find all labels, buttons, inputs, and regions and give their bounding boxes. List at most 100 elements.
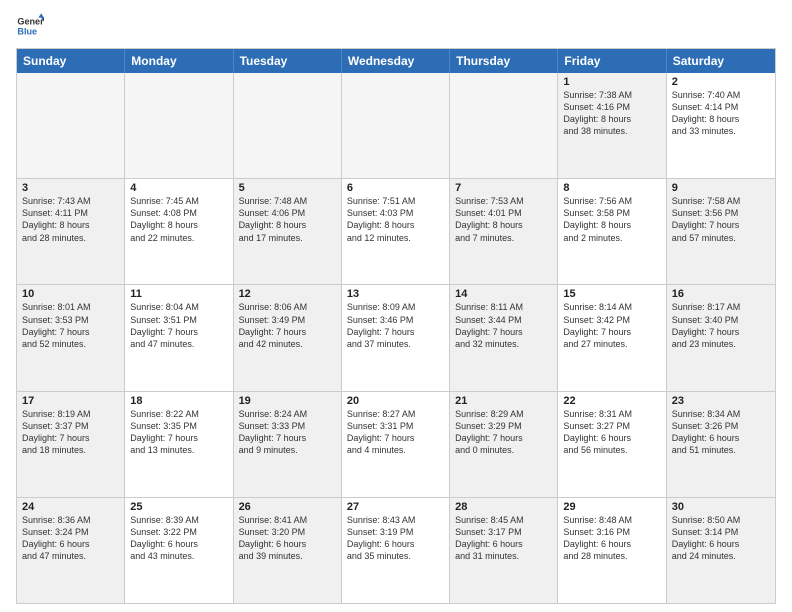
- day-number: 20: [347, 395, 444, 407]
- day-number: 7: [455, 182, 552, 194]
- calendar-header-wednesday: Wednesday: [342, 49, 450, 73]
- calendar-cell-4-0: 24Sunrise: 8:36 AM Sunset: 3:24 PM Dayli…: [17, 498, 125, 603]
- calendar-cell-2-5: 15Sunrise: 8:14 AM Sunset: 3:42 PM Dayli…: [558, 285, 666, 390]
- calendar-row-3: 17Sunrise: 8:19 AM Sunset: 3:37 PM Dayli…: [17, 391, 775, 497]
- calendar-cell-1-5: 8Sunrise: 7:56 AM Sunset: 3:58 PM Daylig…: [558, 179, 666, 284]
- day-number: 11: [130, 288, 227, 300]
- calendar-row-2: 10Sunrise: 8:01 AM Sunset: 3:53 PM Dayli…: [17, 284, 775, 390]
- calendar-cell-0-2: [234, 73, 342, 178]
- calendar-cell-4-6: 30Sunrise: 8:50 AM Sunset: 3:14 PM Dayli…: [667, 498, 775, 603]
- day-info: Sunrise: 8:09 AM Sunset: 3:46 PM Dayligh…: [347, 301, 444, 350]
- day-number: 3: [22, 182, 119, 194]
- day-info: Sunrise: 8:41 AM Sunset: 3:20 PM Dayligh…: [239, 514, 336, 563]
- calendar-header-friday: Friday: [558, 49, 666, 73]
- svg-text:Blue: Blue: [17, 26, 37, 36]
- day-info: Sunrise: 8:19 AM Sunset: 3:37 PM Dayligh…: [22, 408, 119, 457]
- calendar-cell-0-6: 2Sunrise: 7:40 AM Sunset: 4:14 PM Daylig…: [667, 73, 775, 178]
- day-info: Sunrise: 8:06 AM Sunset: 3:49 PM Dayligh…: [239, 301, 336, 350]
- day-number: 12: [239, 288, 336, 300]
- calendar-cell-3-3: 20Sunrise: 8:27 AM Sunset: 3:31 PM Dayli…: [342, 392, 450, 497]
- calendar-cell-2-6: 16Sunrise: 8:17 AM Sunset: 3:40 PM Dayli…: [667, 285, 775, 390]
- day-info: Sunrise: 8:01 AM Sunset: 3:53 PM Dayligh…: [22, 301, 119, 350]
- day-number: 19: [239, 395, 336, 407]
- day-number: 24: [22, 501, 119, 513]
- svg-text:General: General: [17, 17, 44, 27]
- day-info: Sunrise: 8:24 AM Sunset: 3:33 PM Dayligh…: [239, 408, 336, 457]
- day-number: 18: [130, 395, 227, 407]
- day-info: Sunrise: 8:43 AM Sunset: 3:19 PM Dayligh…: [347, 514, 444, 563]
- day-number: 14: [455, 288, 552, 300]
- day-info: Sunrise: 8:39 AM Sunset: 3:22 PM Dayligh…: [130, 514, 227, 563]
- calendar-cell-4-2: 26Sunrise: 8:41 AM Sunset: 3:20 PM Dayli…: [234, 498, 342, 603]
- day-number: 8: [563, 182, 660, 194]
- calendar-cell-3-6: 23Sunrise: 8:34 AM Sunset: 3:26 PM Dayli…: [667, 392, 775, 497]
- calendar-cell-3-4: 21Sunrise: 8:29 AM Sunset: 3:29 PM Dayli…: [450, 392, 558, 497]
- calendar-cell-0-5: 1Sunrise: 7:38 AM Sunset: 4:16 PM Daylig…: [558, 73, 666, 178]
- logo-icon: General Blue: [16, 12, 44, 40]
- calendar-cell-2-4: 14Sunrise: 8:11 AM Sunset: 3:44 PM Dayli…: [450, 285, 558, 390]
- calendar-cell-1-2: 5Sunrise: 7:48 AM Sunset: 4:06 PM Daylig…: [234, 179, 342, 284]
- calendar-header-saturday: Saturday: [667, 49, 775, 73]
- calendar-cell-3-2: 19Sunrise: 8:24 AM Sunset: 3:33 PM Dayli…: [234, 392, 342, 497]
- day-number: 26: [239, 501, 336, 513]
- day-info: Sunrise: 8:11 AM Sunset: 3:44 PM Dayligh…: [455, 301, 552, 350]
- day-number: 25: [130, 501, 227, 513]
- logo: General Blue: [16, 12, 48, 40]
- day-number: 9: [672, 182, 770, 194]
- day-info: Sunrise: 7:38 AM Sunset: 4:16 PM Dayligh…: [563, 89, 660, 138]
- day-number: 1: [563, 76, 660, 88]
- calendar-cell-3-5: 22Sunrise: 8:31 AM Sunset: 3:27 PM Dayli…: [558, 392, 666, 497]
- calendar-cell-1-6: 9Sunrise: 7:58 AM Sunset: 3:56 PM Daylig…: [667, 179, 775, 284]
- calendar-cell-3-1: 18Sunrise: 8:22 AM Sunset: 3:35 PM Dayli…: [125, 392, 233, 497]
- day-info: Sunrise: 7:51 AM Sunset: 4:03 PM Dayligh…: [347, 195, 444, 244]
- day-number: 23: [672, 395, 770, 407]
- calendar-header-monday: Monday: [125, 49, 233, 73]
- calendar-cell-4-3: 27Sunrise: 8:43 AM Sunset: 3:19 PM Dayli…: [342, 498, 450, 603]
- calendar-cell-0-1: [125, 73, 233, 178]
- day-number: 28: [455, 501, 552, 513]
- day-info: Sunrise: 8:50 AM Sunset: 3:14 PM Dayligh…: [672, 514, 770, 563]
- calendar-cell-3-0: 17Sunrise: 8:19 AM Sunset: 3:37 PM Dayli…: [17, 392, 125, 497]
- day-number: 2: [672, 76, 770, 88]
- day-number: 17: [22, 395, 119, 407]
- calendar-cell-1-0: 3Sunrise: 7:43 AM Sunset: 4:11 PM Daylig…: [17, 179, 125, 284]
- day-info: Sunrise: 8:22 AM Sunset: 3:35 PM Dayligh…: [130, 408, 227, 457]
- calendar-header-sunday: Sunday: [17, 49, 125, 73]
- day-info: Sunrise: 7:56 AM Sunset: 3:58 PM Dayligh…: [563, 195, 660, 244]
- calendar-cell-2-2: 12Sunrise: 8:06 AM Sunset: 3:49 PM Dayli…: [234, 285, 342, 390]
- calendar-cell-2-0: 10Sunrise: 8:01 AM Sunset: 3:53 PM Dayli…: [17, 285, 125, 390]
- calendar-row-4: 24Sunrise: 8:36 AM Sunset: 3:24 PM Dayli…: [17, 497, 775, 603]
- day-number: 5: [239, 182, 336, 194]
- day-info: Sunrise: 8:04 AM Sunset: 3:51 PM Dayligh…: [130, 301, 227, 350]
- day-info: Sunrise: 8:34 AM Sunset: 3:26 PM Dayligh…: [672, 408, 770, 457]
- day-info: Sunrise: 8:31 AM Sunset: 3:27 PM Dayligh…: [563, 408, 660, 457]
- day-number: 15: [563, 288, 660, 300]
- day-number: 16: [672, 288, 770, 300]
- calendar-header: SundayMondayTuesdayWednesdayThursdayFrid…: [17, 49, 775, 73]
- calendar-cell-1-3: 6Sunrise: 7:51 AM Sunset: 4:03 PM Daylig…: [342, 179, 450, 284]
- day-info: Sunrise: 7:40 AM Sunset: 4:14 PM Dayligh…: [672, 89, 770, 138]
- calendar-cell-2-3: 13Sunrise: 8:09 AM Sunset: 3:46 PM Dayli…: [342, 285, 450, 390]
- day-info: Sunrise: 7:45 AM Sunset: 4:08 PM Dayligh…: [130, 195, 227, 244]
- day-info: Sunrise: 8:45 AM Sunset: 3:17 PM Dayligh…: [455, 514, 552, 563]
- day-number: 13: [347, 288, 444, 300]
- day-info: Sunrise: 8:14 AM Sunset: 3:42 PM Dayligh…: [563, 301, 660, 350]
- calendar-cell-0-4: [450, 73, 558, 178]
- header: General Blue: [16, 12, 776, 40]
- calendar-cell-4-4: 28Sunrise: 8:45 AM Sunset: 3:17 PM Dayli…: [450, 498, 558, 603]
- calendar-cell-4-1: 25Sunrise: 8:39 AM Sunset: 3:22 PM Dayli…: [125, 498, 233, 603]
- day-number: 22: [563, 395, 660, 407]
- calendar-cell-1-1: 4Sunrise: 7:45 AM Sunset: 4:08 PM Daylig…: [125, 179, 233, 284]
- calendar-cell-2-1: 11Sunrise: 8:04 AM Sunset: 3:51 PM Dayli…: [125, 285, 233, 390]
- calendar-cell-4-5: 29Sunrise: 8:48 AM Sunset: 3:16 PM Dayli…: [558, 498, 666, 603]
- day-info: Sunrise: 7:43 AM Sunset: 4:11 PM Dayligh…: [22, 195, 119, 244]
- day-info: Sunrise: 7:48 AM Sunset: 4:06 PM Dayligh…: [239, 195, 336, 244]
- day-info: Sunrise: 7:58 AM Sunset: 3:56 PM Dayligh…: [672, 195, 770, 244]
- calendar-row-1: 3Sunrise: 7:43 AM Sunset: 4:11 PM Daylig…: [17, 178, 775, 284]
- day-info: Sunrise: 8:27 AM Sunset: 3:31 PM Dayligh…: [347, 408, 444, 457]
- calendar: SundayMondayTuesdayWednesdayThursdayFrid…: [16, 48, 776, 604]
- calendar-body: 1Sunrise: 7:38 AM Sunset: 4:16 PM Daylig…: [17, 73, 775, 603]
- day-number: 30: [672, 501, 770, 513]
- day-number: 27: [347, 501, 444, 513]
- day-number: 21: [455, 395, 552, 407]
